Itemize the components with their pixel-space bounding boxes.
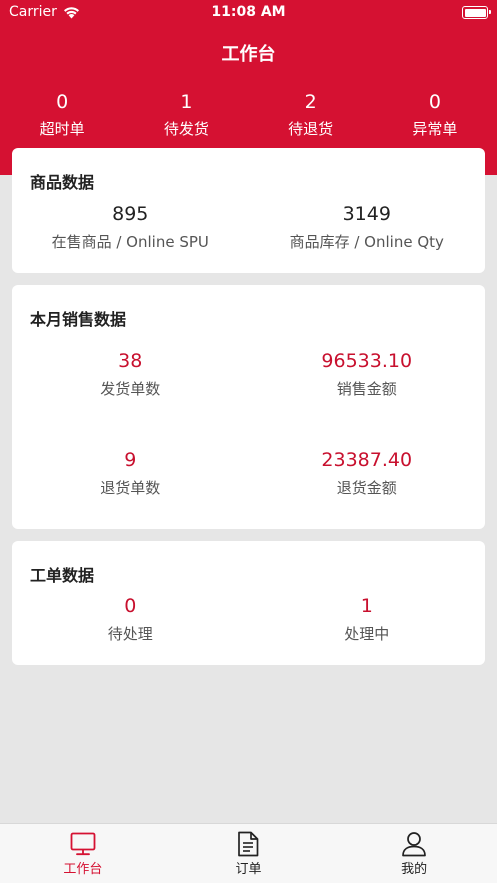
status-time: 11:08 AM	[211, 4, 286, 20]
card-title: 本月销售数据	[30, 310, 127, 329]
stat-value: 3149	[342, 203, 391, 225]
stat-label: 销售金额	[336, 380, 397, 398]
stat-value: 895	[112, 203, 149, 225]
card-title: 商品数据	[30, 173, 95, 192]
stat-timeout-orders[interactable]: 0 超时单	[0, 88, 124, 141]
stat-value: 0	[56, 91, 69, 113]
product-data-card: 商品数据 895 在售商品 / Online SPU 3149 商品库存 / O…	[12, 148, 485, 273]
monthly-sales-card: 本月销售数据 38 发货单数 96533.10 销售金额 9 退货单数 2338…	[12, 285, 485, 529]
page-title: 工作台	[221, 44, 276, 65]
tab-mine[interactable]: 我的	[331, 824, 497, 883]
stat-value: 96533.10	[321, 350, 413, 372]
monitor-icon	[70, 832, 96, 856]
stat-label: 待退货	[288, 120, 334, 138]
stat-pending-return[interactable]: 2 待退货	[249, 88, 373, 141]
stat-label: 异常单	[412, 120, 458, 138]
product-stats: 895 在售商品 / Online SPU 3149 商品库存 / Online…	[12, 201, 485, 254]
stat-value: 38	[118, 350, 143, 372]
stat-return-orders[interactable]: 9 退货单数	[12, 447, 249, 500]
person-icon	[402, 832, 426, 857]
stat-label: 超时单	[39, 120, 85, 138]
stat-value: 1	[360, 595, 373, 617]
stat-online-spu[interactable]: 895 在售商品 / Online SPU	[12, 201, 249, 254]
document-icon	[238, 831, 259, 857]
tab-bar: 工作台 订单 我的	[0, 823, 497, 883]
stat-label: 退货金额	[336, 479, 397, 497]
status-bar: Carrier 11:08 AM	[0, 0, 497, 26]
stat-label: 退货单数	[100, 479, 161, 497]
stat-value: 23387.40	[321, 449, 413, 471]
card-title: 工单数据	[30, 566, 95, 585]
ticket-data-card: 工单数据 0 待处理 1 处理中	[12, 541, 485, 665]
stat-value: 0	[124, 595, 137, 617]
stat-value: 9	[124, 449, 137, 471]
stat-pending-shipment[interactable]: 1 待发货	[124, 88, 248, 141]
tab-orders[interactable]: 订单	[166, 824, 332, 883]
stat-label: 商品库存 / Online Qty	[289, 233, 444, 251]
stat-label: 发货单数	[100, 380, 161, 398]
tab-workbench[interactable]: 工作台	[0, 824, 166, 883]
sales-stats-row-2: 9 退货单数 23387.40 退货金额	[12, 447, 485, 500]
tab-label: 我的	[401, 862, 428, 877]
stat-label: 待处理	[107, 625, 153, 643]
stat-shipped-orders[interactable]: 38 发货单数	[12, 348, 249, 401]
stat-online-qty[interactable]: 3149 商品库存 / Online Qty	[249, 201, 486, 254]
ticket-stats: 0 待处理 1 处理中	[12, 593, 485, 646]
stat-ticket-processing[interactable]: 1 处理中	[249, 593, 486, 646]
stat-value: 0	[428, 91, 441, 113]
tab-label: 工作台	[63, 862, 103, 877]
top-stats: 0 超时单 1 待发货 2 待退货 0 异常单	[0, 88, 497, 141]
stat-sales-amount[interactable]: 96533.10 销售金额	[249, 348, 486, 401]
stat-value: 1	[180, 91, 193, 113]
stat-ticket-pending[interactable]: 0 待处理	[12, 593, 249, 646]
stat-exception-orders[interactable]: 0 异常单	[373, 88, 497, 141]
tab-label: 订单	[235, 862, 262, 877]
stat-return-amount[interactable]: 23387.40 退货金额	[249, 447, 486, 500]
stat-label: 待发货	[163, 120, 209, 138]
stat-value: 2	[304, 91, 317, 113]
stat-label: 处理中	[344, 625, 390, 643]
battery-icon	[462, 6, 491, 19]
stat-label: 在售商品 / Online SPU	[51, 233, 209, 251]
sales-stats-row-1: 38 发货单数 96533.10 销售金额	[12, 348, 485, 401]
